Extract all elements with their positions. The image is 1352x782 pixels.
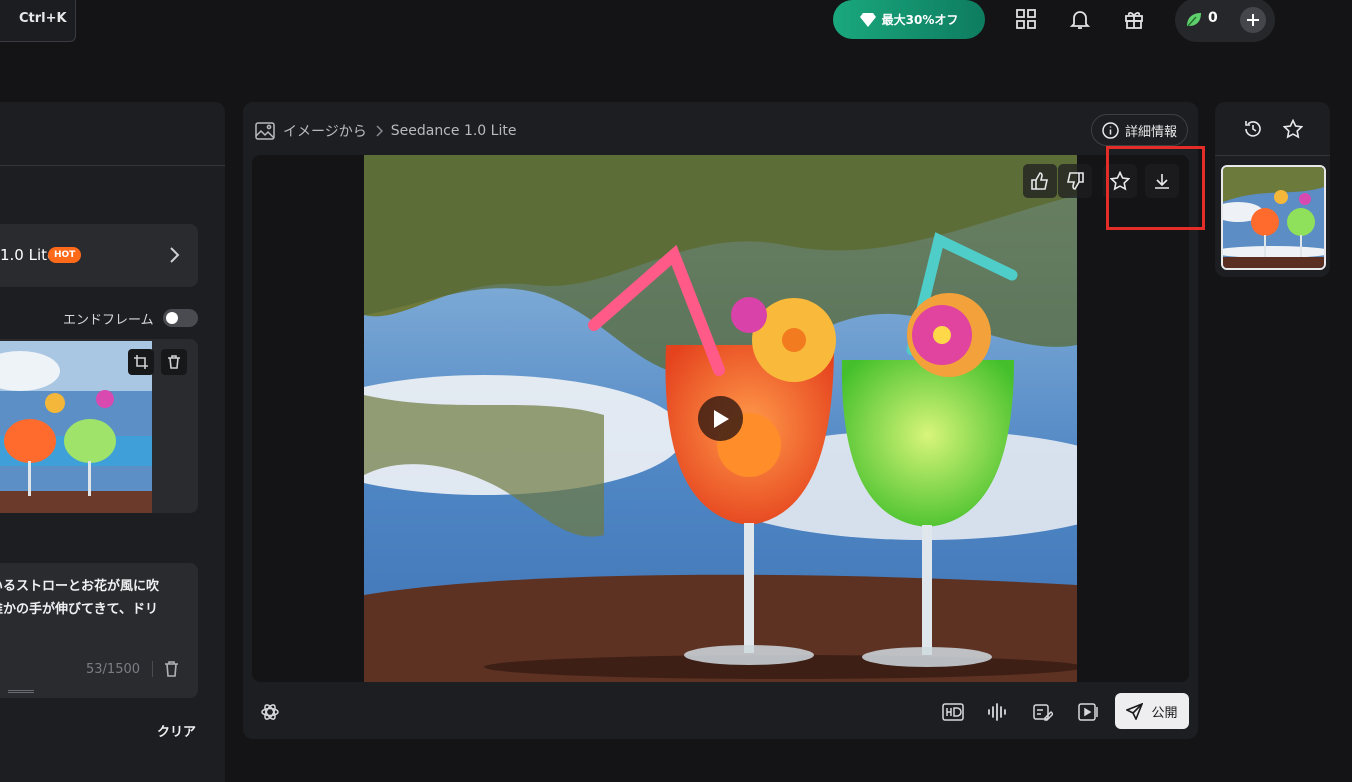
resize-handle[interactable] [8,690,34,693]
apps-grid-icon[interactable] [1012,5,1040,33]
ai-tools-icon[interactable] [257,699,283,725]
publish-label: 公開 [1151,705,1178,721]
dislike-button[interactable] [1058,164,1092,198]
left-divider [0,165,225,166]
bell-icon[interactable] [1066,5,1094,33]
frame-edit-icon[interactable] [1030,699,1056,725]
history-divider [1215,155,1330,156]
promo-label: 最大30%オフ [881,13,959,27]
favorites-star-icon[interactable] [1283,119,1303,139]
promo-button[interactable]: 最大30%オフ [833,0,985,39]
prompt-counter: 53/1500 [86,662,141,677]
end-frame-label: エンドフレーム [63,313,154,328]
clear-prompt-icon[interactable] [164,661,179,677]
breadcrumb-model: Seedance 1.0 Lite [390,123,517,139]
thumbs-down-icon [1067,172,1084,190]
history-icon[interactable] [1243,119,1263,139]
end-frame-toggle[interactable] [163,309,198,327]
send-icon [1126,702,1144,720]
history-thumbnail-image [1223,167,1324,268]
prompt-line-2: 誰かの手が伸びてきて、ドリ [0,602,158,617]
hot-badge: HOT [48,247,82,263]
prompt-line-1: いるストローとお花が風に吹 [0,579,160,594]
plus-icon[interactable] [1240,7,1266,33]
crop-icon[interactable] [128,349,154,375]
history-thumbnail[interactable] [1221,165,1326,270]
image-icon [255,122,275,140]
details-label: 詳細情報 [1124,124,1177,140]
counter-divider [152,661,153,677]
shortcut-label: Ctrl+K [19,11,67,26]
gift-icon[interactable] [1120,5,1148,33]
audio-wave-icon[interactable] [984,699,1010,725]
hd-upscale-icon[interactable] [940,699,966,725]
start-frame-card[interactable] [0,339,198,513]
like-button[interactable] [1023,164,1057,198]
chevron-right-icon [376,125,383,137]
video-extend-icon[interactable] [1075,699,1101,725]
credits-pill[interactable]: 0 [1175,0,1275,42]
play-icon [713,409,729,428]
prompt-text[interactable]: いるストローとお花が風に吹 誰かの手が伸びてきて、ドリ [0,575,190,621]
clear-button[interactable]: クリア [157,721,196,740]
search-shortcut[interactable]: Ctrl+K [0,0,76,42]
info-icon [1102,121,1119,139]
chevron-right-icon [170,247,180,263]
diamond-icon [859,12,876,27]
details-button[interactable]: 詳細情報 [1091,114,1188,146]
breadcrumb-source[interactable]: イメージから [283,121,367,141]
model-selector[interactable]: 1.0 Lite HOT [0,224,198,287]
thumbs-up-icon [1031,172,1048,190]
breadcrumb: イメージから Seedance 1.0 Lite [255,121,516,141]
credits-count: 0 [1208,10,1218,26]
highlight-box [1106,146,1205,230]
publish-button[interactable]: 公開 [1115,693,1189,729]
prompt-box[interactable]: いるストローとお花が風に吹 誰かの手が伸びてきて、ドリ 53/1500 [0,563,198,698]
delete-frame-icon[interactable] [161,349,187,375]
play-button[interactable] [698,396,743,441]
leaf-icon [1187,13,1201,27]
